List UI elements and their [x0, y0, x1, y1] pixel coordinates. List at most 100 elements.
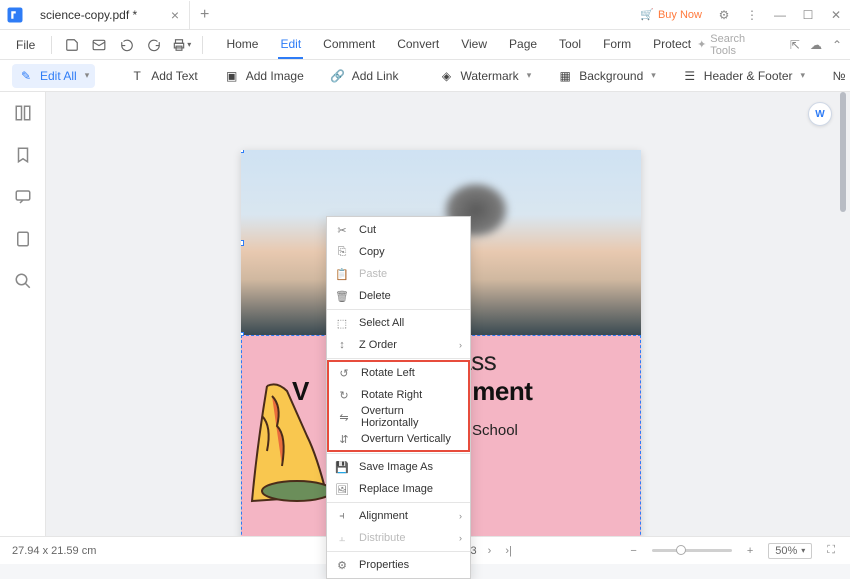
replace-image-icon: 🖼 — [335, 482, 349, 496]
ctx-overturn-v[interactable]: ⇵Overturn Vertically — [329, 428, 468, 450]
wand-icon: ✦ — [697, 38, 706, 51]
comment-icon[interactable] — [14, 188, 32, 206]
selection-handle[interactable] — [241, 150, 244, 153]
paste-icon: 📋 — [335, 267, 349, 281]
ctx-rotate-right[interactable]: ↻Rotate Right — [329, 384, 468, 406]
next-page-icon[interactable]: › — [485, 545, 495, 557]
flip-h-icon: ⇋ — [337, 410, 351, 424]
document-tab[interactable]: science-copy.pdf * × — [30, 1, 190, 29]
heading-partial-v: V — [292, 376, 309, 407]
tab-home[interactable]: Home — [224, 31, 260, 59]
menubar: File ▾ Home Edit Comment Convert View Pa… — [0, 30, 850, 60]
select-all-icon: ⬚ — [335, 316, 349, 330]
zoom-thumb[interactable] — [676, 545, 686, 555]
header-footer-button[interactable]: ☰ Header & Footer ▾ — [676, 64, 811, 88]
attachment-icon[interactable] — [14, 230, 32, 248]
tab-comment[interactable]: Comment — [321, 31, 377, 59]
z-order-icon: ↕ — [335, 338, 349, 352]
left-rail — [0, 92, 46, 536]
zoom-out-icon[interactable]: − — [627, 545, 639, 557]
ctx-delete[interactable]: 🗑Delete — [327, 285, 470, 307]
close-button[interactable]: ✕ — [822, 1, 850, 29]
distribute-icon: ⫠ — [335, 531, 349, 545]
cut-icon: ✂ — [335, 223, 349, 237]
ctx-save-image[interactable]: 💾Save Image As — [327, 456, 470, 478]
file-menu[interactable]: File — [8, 38, 43, 52]
chevron-right-icon: › — [459, 533, 462, 543]
save-icon[interactable] — [60, 33, 83, 57]
save-image-icon: 💾 — [335, 460, 349, 474]
ctx-replace-image[interactable]: 🖼Replace Image — [327, 478, 470, 500]
properties-icon: ⚙ — [335, 558, 349, 572]
thumbnails-icon[interactable] — [14, 104, 32, 122]
tab-page[interactable]: Page — [507, 31, 539, 59]
zoom-slider[interactable] — [652, 549, 732, 552]
link-icon: 🔗 — [330, 68, 346, 84]
vertical-scrollbar[interactable] — [840, 92, 848, 534]
chevron-up-icon[interactable]: ⌃ — [832, 38, 842, 52]
ctx-alignment[interactable]: ⫞Alignment› — [327, 505, 470, 527]
flip-v-icon: ⇵ — [337, 432, 351, 446]
ctx-copy[interactable]: ⎘Copy — [327, 241, 470, 263]
bates-icon: № — [831, 68, 847, 84]
watermark-icon: ◈ — [438, 68, 454, 84]
app-logo — [0, 0, 30, 30]
redo-icon[interactable] — [143, 33, 166, 57]
cloud-icon[interactable]: ☁ — [810, 38, 822, 52]
watermark-button[interactable]: ◈ Watermark ▾ — [432, 64, 537, 88]
undo-icon[interactable] — [115, 33, 138, 57]
maximize-button[interactable]: ☐ — [794, 1, 822, 29]
tab-form[interactable]: Form — [601, 31, 633, 59]
ctx-rotate-left[interactable]: ↺Rotate Left — [329, 362, 468, 384]
tab-protect[interactable]: Protect — [651, 31, 693, 59]
share-icon[interactable]: ⇱ — [790, 38, 800, 52]
delete-icon: 🗑 — [335, 289, 349, 303]
search-icon[interactable] — [14, 272, 32, 290]
context-menu: ✂Cut ⎘Copy 📋Paste 🗑Delete ⬚Select All ↕Z… — [326, 216, 471, 579]
subheading: School — [472, 422, 518, 439]
bates-number-button[interactable]: № Bates Number ▾ — [825, 64, 850, 88]
ctx-properties[interactable]: ⚙Properties — [327, 554, 470, 576]
new-tab-button[interactable]: + — [190, 6, 219, 24]
word-export-badge[interactable]: W — [808, 102, 832, 126]
ctx-select-all[interactable]: ⬚Select All — [327, 312, 470, 334]
settings-icon[interactable]: ⚙ — [710, 1, 738, 29]
tab-edit[interactable]: Edit — [278, 31, 303, 59]
scroll-thumb[interactable] — [840, 92, 846, 212]
ctx-overturn-h[interactable]: ⇋Overturn Horizontally — [329, 406, 468, 428]
ctx-cut[interactable]: ✂Cut — [327, 219, 470, 241]
tab-tool[interactable]: Tool — [557, 31, 583, 59]
tab-close-icon[interactable]: × — [171, 7, 179, 23]
main-tabs: Home Edit Comment Convert View Page Tool… — [224, 31, 693, 59]
background-icon: ▦ — [557, 68, 573, 84]
zoom-in-icon[interactable]: + — [744, 545, 756, 557]
buy-now-link[interactable]: 🛒 Buy Now — [632, 8, 710, 21]
edit-all-button[interactable]: ✎ Edit All ▾ — [12, 64, 95, 88]
page-dimensions: 27.94 x 21.59 cm — [12, 545, 96, 557]
tab-view[interactable]: View — [459, 31, 489, 59]
ctx-distribute: ⫠Distribute› — [327, 527, 470, 549]
mail-icon[interactable] — [88, 33, 111, 57]
bookmark-icon[interactable] — [14, 146, 32, 164]
print-icon[interactable]: ▾ — [170, 33, 193, 57]
add-text-button[interactable]: T Add Text — [123, 64, 203, 88]
tab-filename: science-copy.pdf * — [40, 8, 137, 22]
more-icon[interactable]: ⋮ — [738, 1, 766, 29]
background-button[interactable]: ▦ Background ▾ — [551, 64, 662, 88]
fit-page-icon[interactable]: ⛶ — [824, 544, 838, 557]
ctx-z-order[interactable]: ↕Z Order› — [327, 334, 470, 356]
selection-handle[interactable] — [241, 240, 244, 246]
image-icon: ▣ — [224, 68, 240, 84]
cart-icon: 🛒 — [640, 8, 654, 21]
pencil-icon: ✎ — [18, 68, 34, 84]
last-page-icon[interactable]: ›| — [502, 545, 515, 557]
add-link-button[interactable]: 🔗 Add Link — [324, 64, 405, 88]
copy-icon: ⎘ — [335, 245, 349, 259]
minimize-button[interactable]: — — [766, 1, 794, 29]
zoom-select[interactable]: 50%▾ — [768, 543, 812, 559]
chevron-right-icon: › — [459, 340, 462, 350]
search-tools[interactable]: ✦ Search Tools — [697, 33, 772, 57]
tab-convert[interactable]: Convert — [395, 31, 441, 59]
text-icon: T — [129, 68, 145, 84]
add-image-button[interactable]: ▣ Add Image — [218, 64, 310, 88]
